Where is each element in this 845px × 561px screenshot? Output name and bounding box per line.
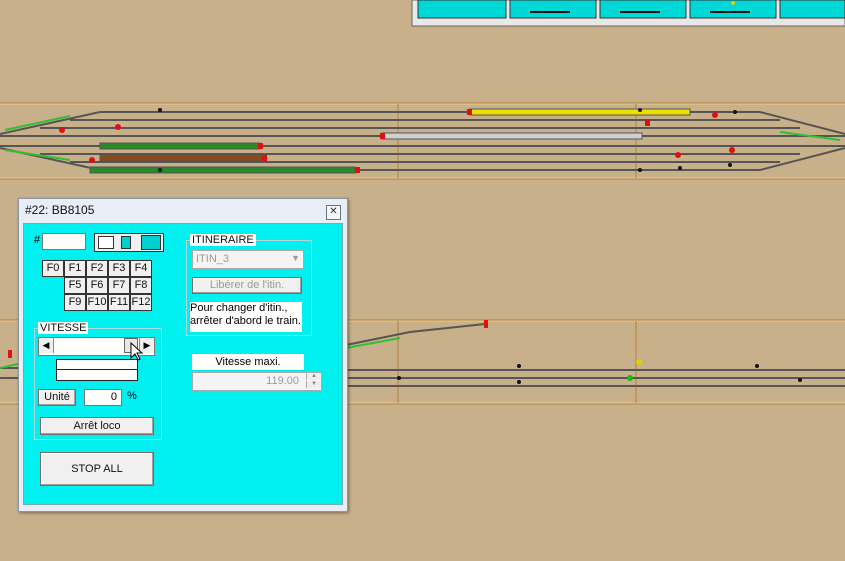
- chevron-down-icon: ▼: [291, 253, 300, 263]
- dialog-title: #22: BB8105: [25, 203, 95, 217]
- function-key-f5[interactable]: F5: [64, 277, 86, 294]
- itineraire-note: Pour changer d'itin., arrêter d'abord le…: [190, 302, 302, 332]
- itineraire-title: ITINERAIRE: [190, 234, 256, 246]
- stop-loco-button[interactable]: Arrêt loco: [40, 417, 154, 435]
- function-key-f8[interactable]: F8: [130, 277, 152, 294]
- max-speed-label: Vitesse maxi.: [192, 354, 304, 370]
- slider-left-arrow-icon[interactable]: ◀: [39, 338, 54, 353]
- function-key-f10[interactable]: F10: [86, 294, 108, 311]
- function-key-f7[interactable]: F7: [108, 277, 130, 294]
- max-speed-spinner[interactable]: 119.00 ▲ ▼: [192, 372, 322, 391]
- function-key-f12[interactable]: F12: [130, 294, 152, 311]
- max-speed-value: 119.00: [266, 375, 299, 387]
- itineraire-dropdown[interactable]: ITIN_3 ▼: [192, 250, 304, 269]
- dialog-client-area: # VITESSE ◀ ▶ Unité 0 % Arrêt loco STOP …: [23, 223, 343, 505]
- unit-button[interactable]: Unité: [38, 389, 76, 406]
- function-key-f11[interactable]: F11: [108, 294, 130, 311]
- function-key-f3[interactable]: F3: [108, 260, 130, 277]
- spinner-down-icon[interactable]: ▼: [306, 381, 321, 388]
- view-small-icon[interactable]: [98, 236, 114, 249]
- speed-value-field[interactable]: 0: [84, 389, 122, 406]
- vitesse-title: VITESSE: [38, 322, 89, 334]
- toolbar-panel: [411, 0, 845, 27]
- speed-bar: [56, 359, 138, 381]
- spinner-up-icon[interactable]: ▲: [306, 373, 321, 380]
- percent-label: %: [127, 390, 137, 402]
- release-itinerary-button[interactable]: Libérer de l'itin.: [192, 277, 302, 294]
- address-label: #: [34, 234, 41, 246]
- address-field[interactable]: [42, 233, 86, 250]
- itineraire-selected: ITIN_3: [196, 253, 230, 265]
- function-key-f1[interactable]: F1: [64, 260, 86, 277]
- mouse-cursor-icon: [130, 342, 144, 361]
- stop-all-button[interactable]: STOP ALL: [40, 452, 154, 486]
- function-key-f4[interactable]: F4: [130, 260, 152, 277]
- locomotive-control-dialog: #22: BB8105 ✕ # VITESSE ◀ ▶ Unité 0 % Ar…: [18, 198, 348, 512]
- view-medium-icon[interactable]: [121, 236, 131, 249]
- function-key-f2[interactable]: F2: [86, 260, 108, 277]
- train-yellow: [89, 108, 691, 174]
- function-key-f9[interactable]: F9: [64, 294, 86, 311]
- view-toggle-group: [94, 233, 164, 252]
- function-key-f0[interactable]: F0: [42, 260, 64, 277]
- view-large-icon[interactable]: [141, 235, 161, 250]
- close-icon[interactable]: ✕: [326, 205, 341, 220]
- function-key-f6[interactable]: F6: [86, 277, 108, 294]
